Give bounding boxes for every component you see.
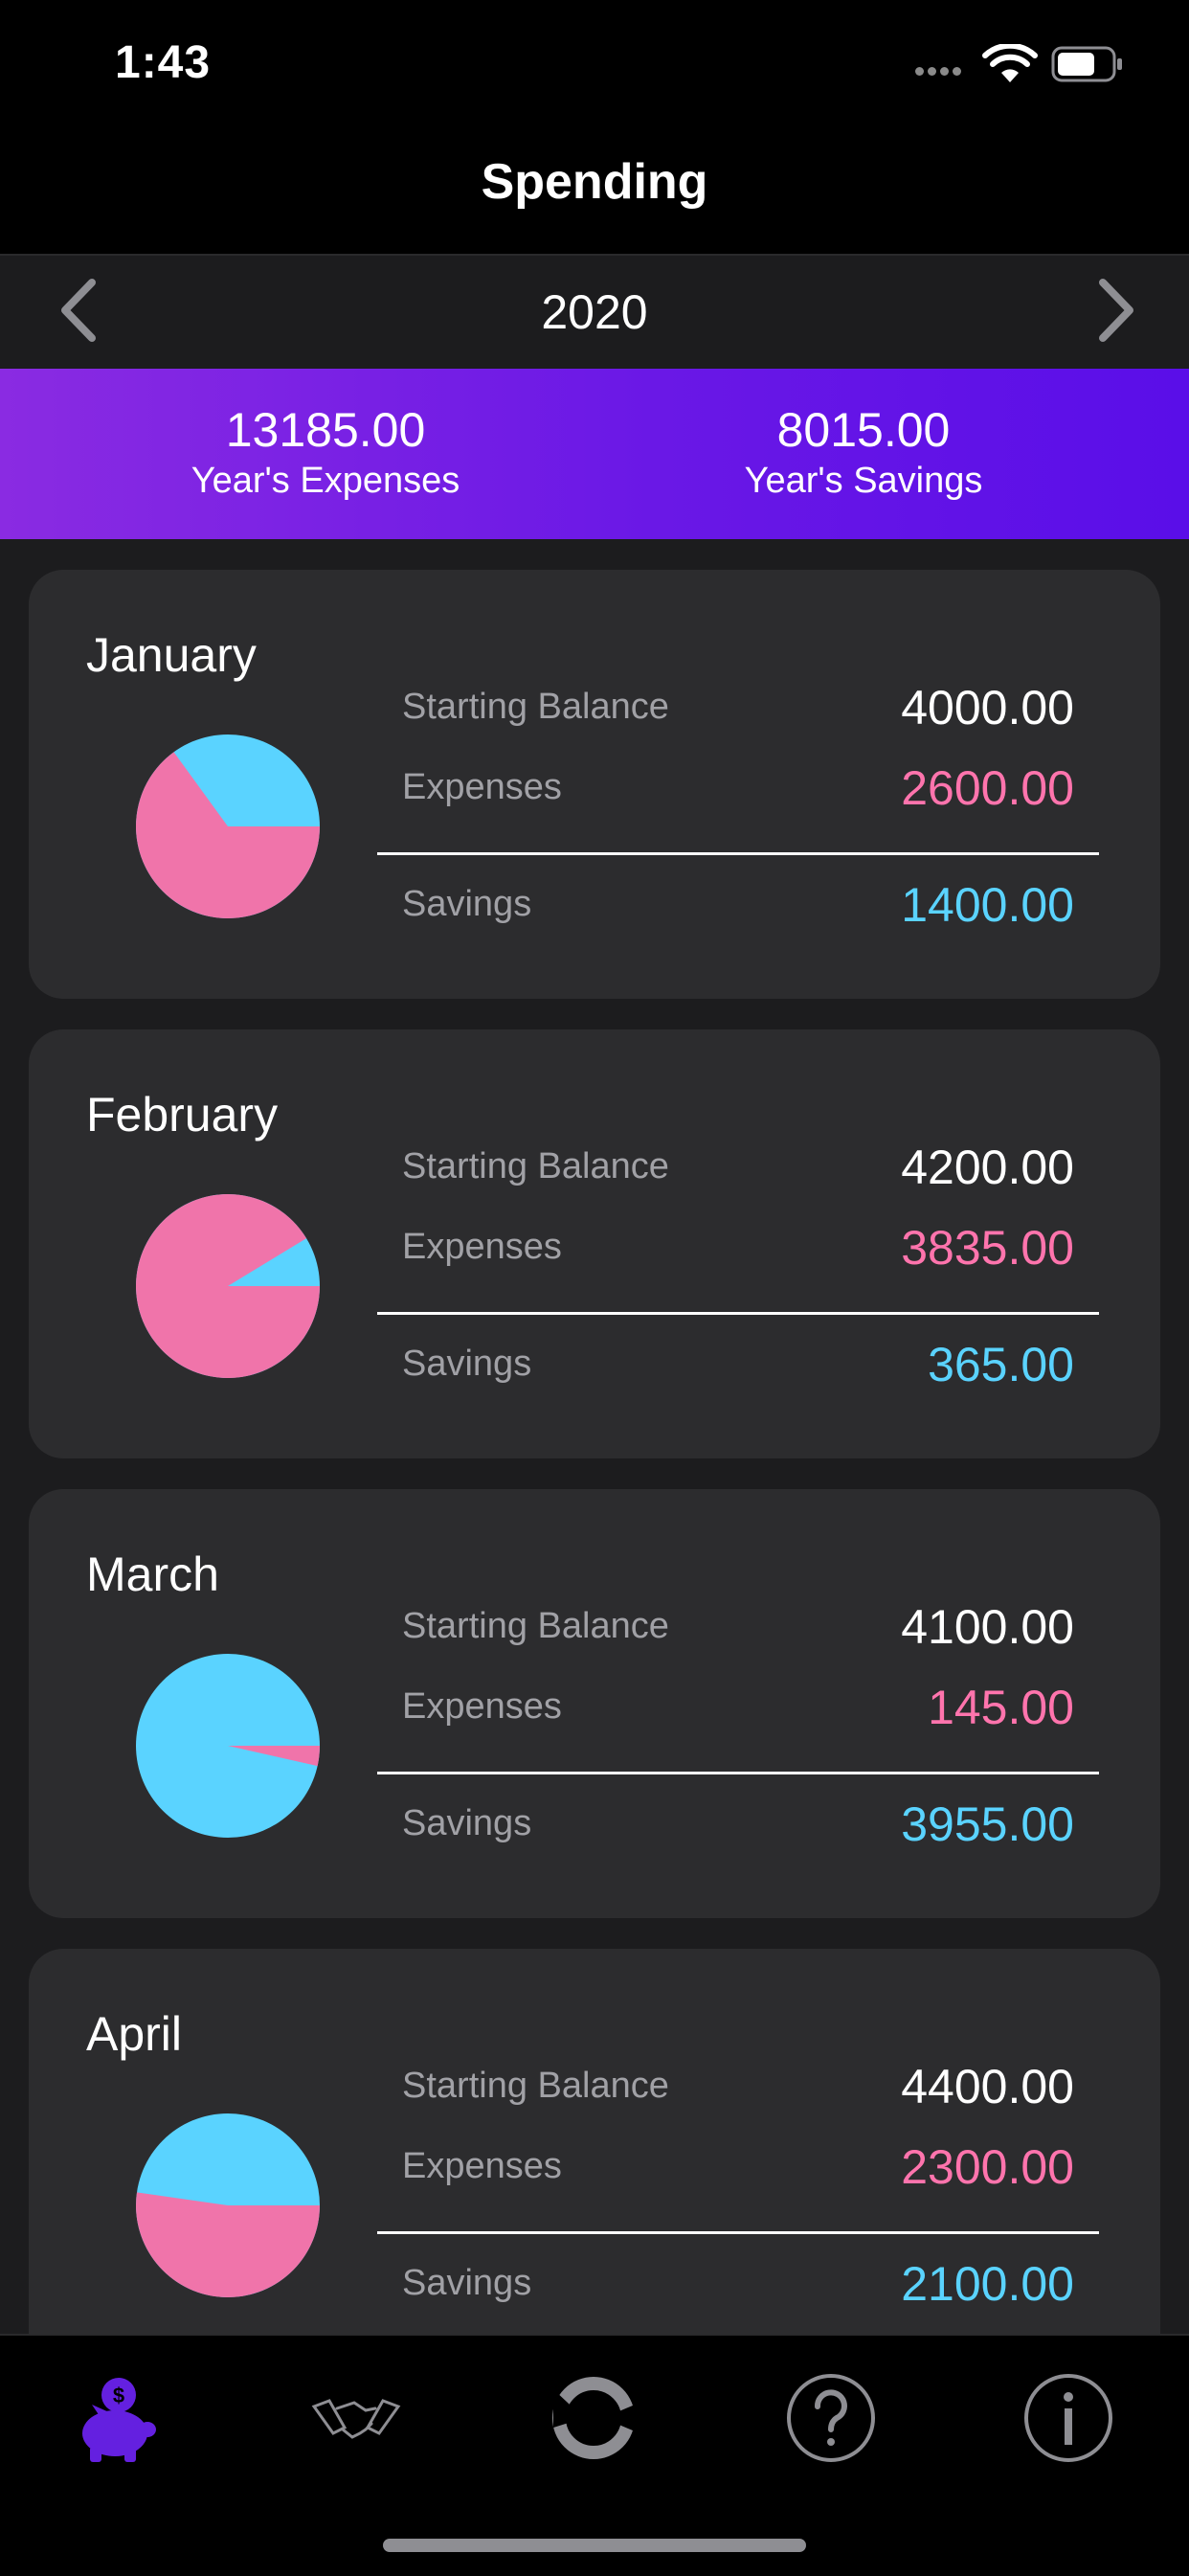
expenses-value: 2300.00 bbox=[901, 2140, 1074, 2194]
month-name: February bbox=[86, 1088, 279, 1141]
divider bbox=[377, 852, 1099, 855]
starting-balance-value: 4400.00 bbox=[901, 2060, 1074, 2113]
chevron-right-icon[interactable] bbox=[1080, 277, 1147, 344]
month-card[interactable]: March Starting Balance 4100.00 Expenses … bbox=[29, 1489, 1160, 1918]
expenses-label: Expenses bbox=[402, 1227, 562, 1267]
status-bar: 1:43 bbox=[0, 0, 1189, 134]
savings-value: 3955.00 bbox=[901, 1797, 1074, 1851]
page-title: Spending bbox=[481, 154, 708, 210]
savings-label: Savings bbox=[402, 2263, 532, 2303]
expenses-label: Expenses bbox=[402, 767, 562, 807]
wifi-icon bbox=[982, 44, 1038, 82]
expenses-value: 145.00 bbox=[928, 1681, 1074, 1734]
handshake-icon[interactable] bbox=[308, 2370, 404, 2466]
month-card[interactable]: April Starting Balance 4400.00 Expenses … bbox=[29, 1949, 1160, 2334]
month-pie-chart bbox=[136, 1654, 320, 1838]
year-savings-value: 8015.00 bbox=[776, 403, 951, 457]
cellular-signal-icon bbox=[915, 63, 965, 80]
months-list[interactable]: January Starting Balance 4000.00 Expense… bbox=[0, 539, 1189, 2334]
month-name: March bbox=[86, 1548, 219, 1601]
divider bbox=[377, 1772, 1099, 1774]
month-name: April bbox=[86, 2007, 183, 2061]
savings-value: 2100.00 bbox=[901, 2257, 1074, 2311]
expenses-value: 2600.00 bbox=[901, 761, 1074, 815]
year-savings: 8015.00 Year's Savings bbox=[615, 401, 1112, 503]
year-expenses-label: Year's Expenses bbox=[191, 461, 460, 501]
year-expenses: 13185.00 Year's Expenses bbox=[77, 401, 574, 503]
svg-text:$: $ bbox=[113, 2384, 124, 2407]
expenses-slice bbox=[136, 1194, 320, 1378]
savings-label: Savings bbox=[402, 1344, 532, 1384]
year-summary-banner: 13185.00 Year's Expenses 8015.00 Year's … bbox=[0, 369, 1189, 539]
savings-label: Savings bbox=[402, 884, 532, 924]
month-name: January bbox=[86, 628, 257, 682]
refresh-icon[interactable] bbox=[546, 2370, 641, 2466]
expenses-label: Expenses bbox=[402, 1686, 562, 1727]
home-indicator bbox=[383, 2539, 806, 2552]
month-pie-chart bbox=[136, 2113, 320, 2297]
piggy-bank-icon[interactable]: $ bbox=[71, 2370, 167, 2466]
divider bbox=[377, 1312, 1099, 1315]
month-pie-chart bbox=[135, 734, 320, 918]
year-selector: 2020 bbox=[0, 254, 1189, 369]
starting-balance-value: 4200.00 bbox=[901, 1141, 1074, 1194]
year-savings-label: Year's Savings bbox=[744, 461, 983, 501]
info-icon[interactable] bbox=[1021, 2370, 1116, 2466]
status-time: 1:43 bbox=[115, 37, 212, 88]
year-label: 2020 bbox=[541, 285, 648, 339]
starting-balance-label: Starting Balance bbox=[402, 2066, 669, 2106]
help-icon[interactable] bbox=[783, 2370, 879, 2466]
expenses-label: Expenses bbox=[402, 2146, 562, 2186]
divider bbox=[377, 2231, 1099, 2234]
month-card[interactable]: February Starting Balance 4200.00 Expens… bbox=[29, 1029, 1160, 1458]
expenses-value: 3835.00 bbox=[901, 1221, 1074, 1275]
starting-balance-label: Starting Balance bbox=[402, 1146, 669, 1186]
starting-balance-value: 4100.00 bbox=[901, 1600, 1074, 1654]
battery-icon bbox=[1051, 46, 1122, 82]
starting-balance-label: Starting Balance bbox=[402, 687, 669, 727]
savings-value: 1400.00 bbox=[901, 878, 1074, 932]
savings-value: 365.00 bbox=[928, 1338, 1074, 1391]
starting-balance-value: 4000.00 bbox=[901, 681, 1074, 734]
month-card[interactable]: January Starting Balance 4000.00 Expense… bbox=[29, 570, 1160, 999]
expenses-slice bbox=[136, 2192, 320, 2297]
savings-label: Savings bbox=[402, 1803, 532, 1843]
month-pie-chart bbox=[136, 1194, 320, 1378]
starting-balance-label: Starting Balance bbox=[402, 1606, 669, 1646]
year-expenses-value: 13185.00 bbox=[225, 403, 426, 457]
